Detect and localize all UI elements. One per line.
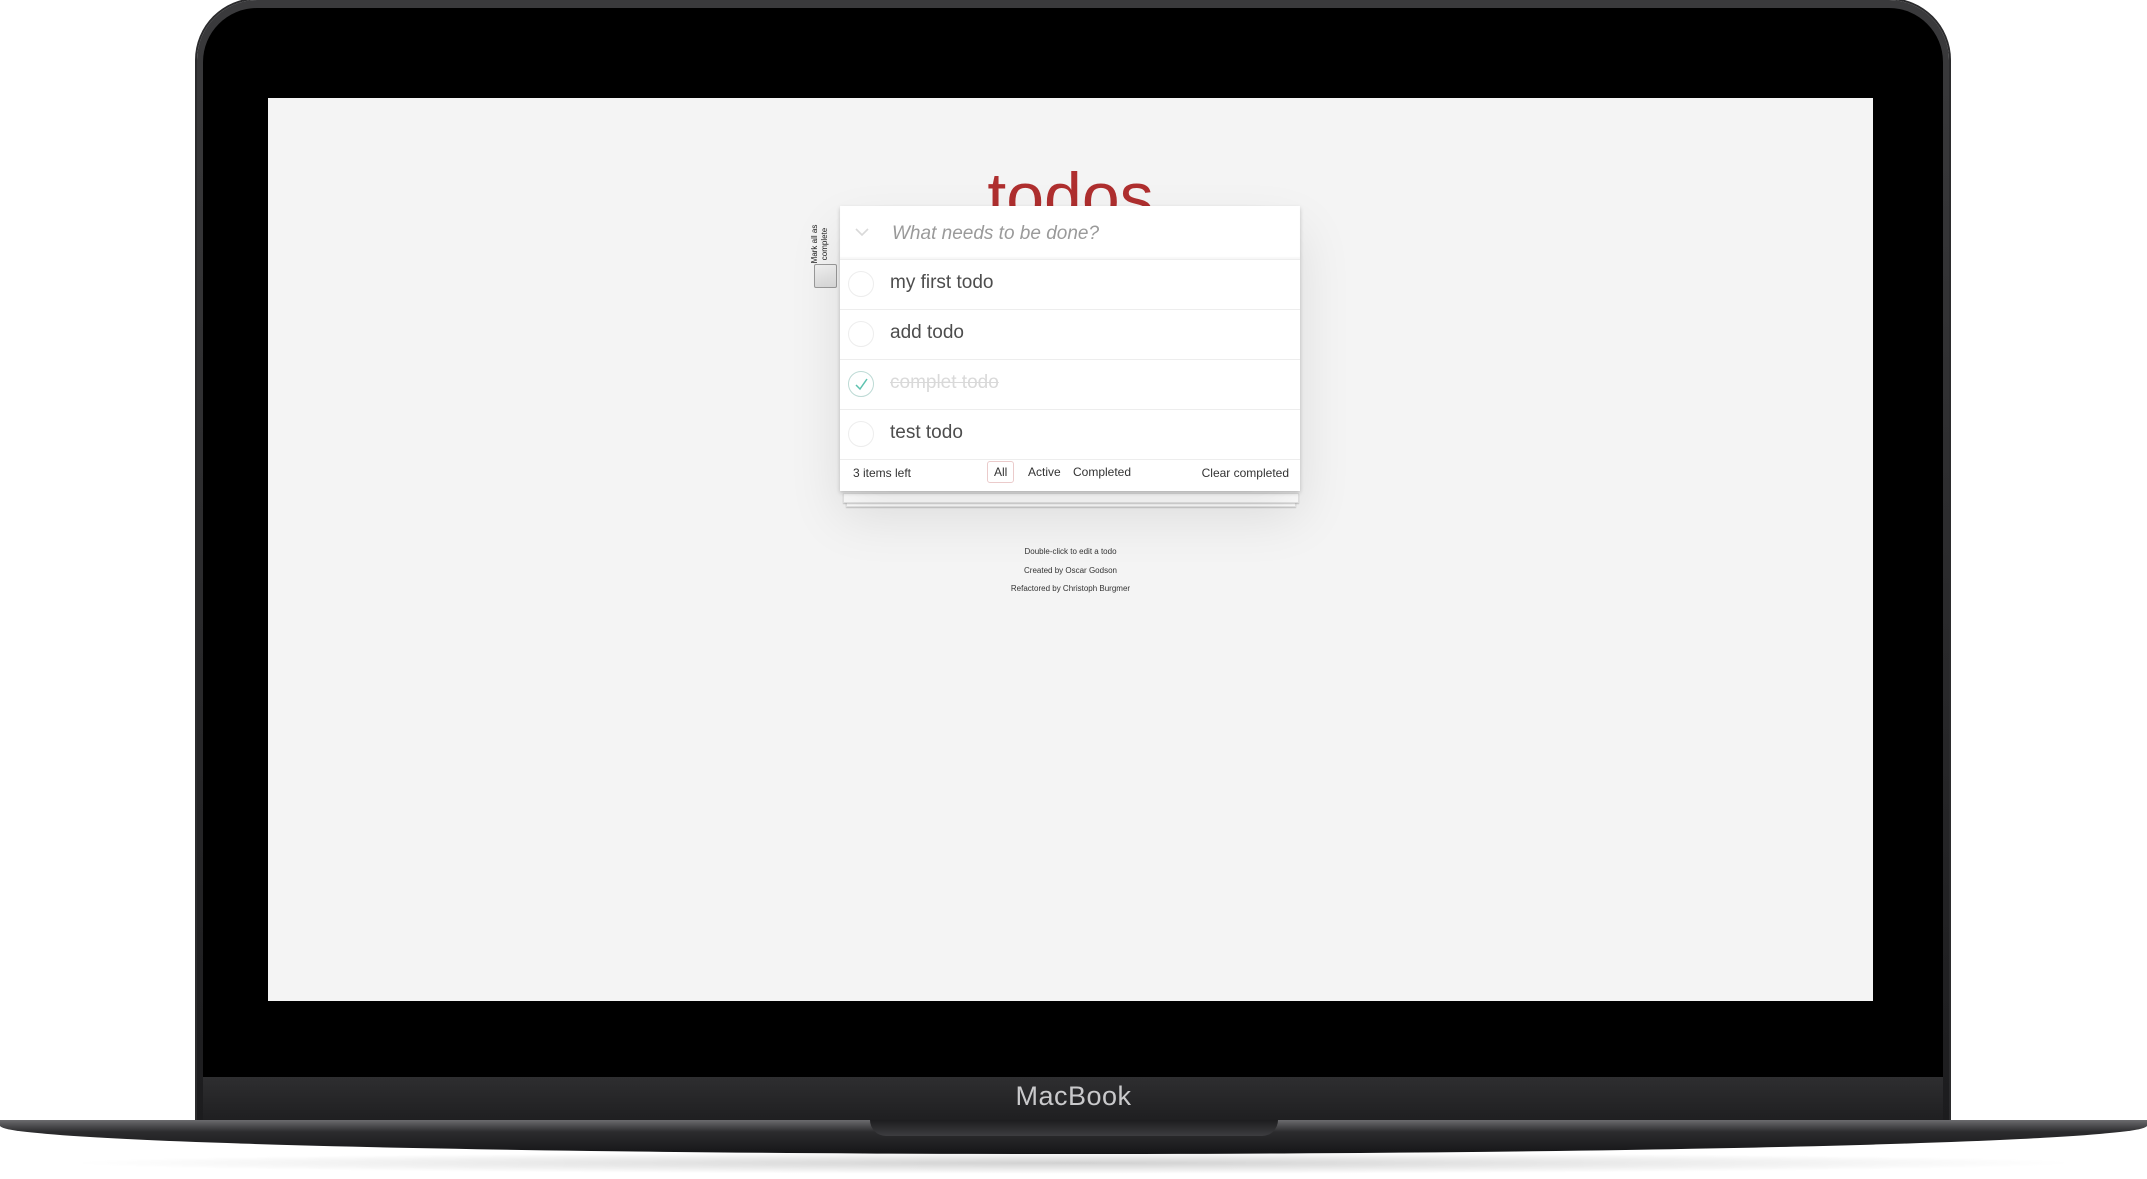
todo-checkbox-checked[interactable] <box>848 371 874 397</box>
brand-label: MacBook <box>1015 1081 1132 1111</box>
todo-app-panel: my first todo add todo complet todo test… <box>840 206 1300 491</box>
laptop-notch <box>870 1120 1278 1136</box>
info-footer: Double-click to edit a todo Created by O… <box>268 543 1873 599</box>
paper-stack-1 <box>843 493 1299 503</box>
todo-label[interactable]: complet todo <box>890 372 999 394</box>
info-edit-hint: Double-click to edit a todo <box>1024 547 1117 556</box>
filter-completed[interactable]: Completed <box>1066 461 1138 483</box>
todo-item-completed[interactable]: complet todo <box>840 360 1300 410</box>
todo-item[interactable]: add todo <box>840 310 1300 360</box>
todo-list: my first todo add todo complet todo test… <box>840 260 1300 460</box>
toggle-all[interactable]: Mark all as complete <box>810 213 837 289</box>
todo-label[interactable]: add todo <box>890 322 964 344</box>
laptop-shadow <box>60 1152 2087 1174</box>
todo-label[interactable]: my first todo <box>890 272 993 294</box>
info-created-by: Created by Oscar Godson <box>1024 565 1117 575</box>
chevron-down-icon[interactable] <box>853 223 871 241</box>
clear-completed-button[interactable]: Clear completed <box>1202 466 1289 480</box>
filter-all[interactable]: All <box>987 461 1015 483</box>
todo-footer: 3 items left All Active Completed Clear … <box>840 456 1300 490</box>
checkmark-icon <box>855 378 868 391</box>
new-todo-row <box>840 206 1300 261</box>
todo-checkbox[interactable] <box>848 321 874 347</box>
todo-item[interactable]: test todo <box>840 410 1300 460</box>
todo-checkbox[interactable] <box>848 421 874 447</box>
todo-label[interactable]: test todo <box>890 422 963 444</box>
toggle-all-checkbox[interactable] <box>814 264 837 288</box>
new-todo-input[interactable] <box>890 206 1294 261</box>
filter-active[interactable]: Active <box>1021 461 1068 483</box>
browser-viewport: todos Mark all as complete my first todo… <box>268 98 1873 1001</box>
info-refactored-by: Refactored by Christoph Burgmer <box>1010 584 1131 593</box>
todo-checkbox[interactable] <box>848 271 874 297</box>
toggle-all-label: Mark all as complete <box>810 224 829 264</box>
items-left-count: 3 items left <box>853 466 912 480</box>
todo-item[interactable]: my first todo <box>840 260 1300 310</box>
